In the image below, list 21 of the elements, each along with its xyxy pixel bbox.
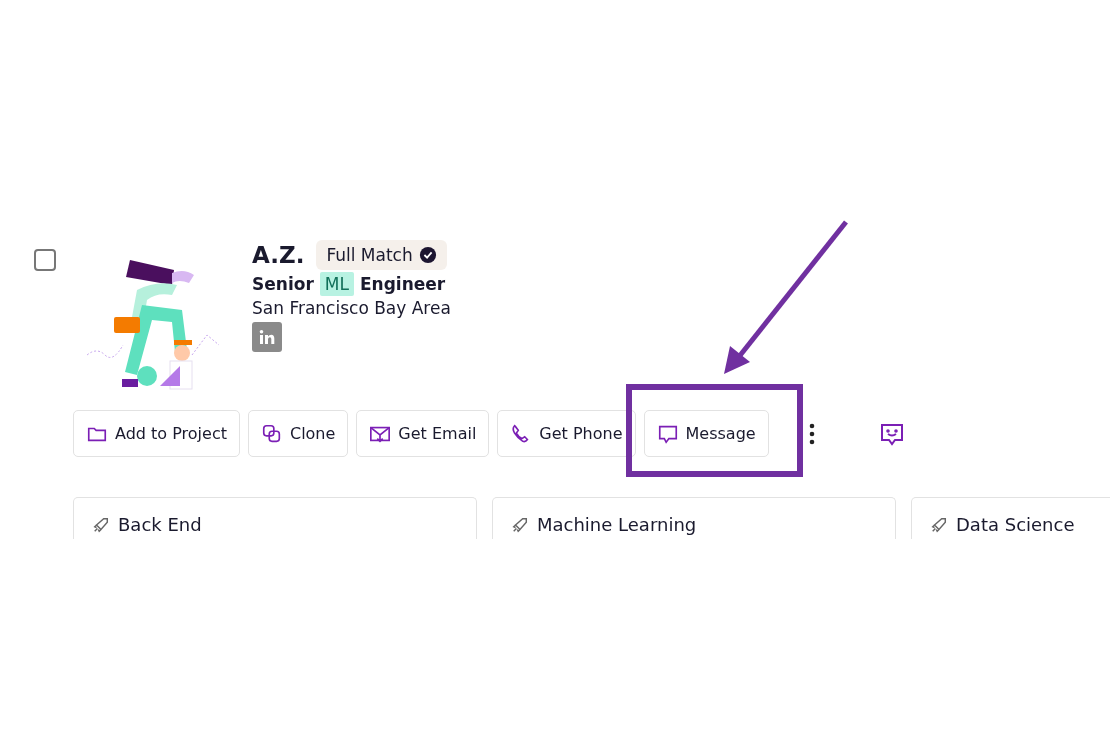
copy-icon <box>260 422 283 445</box>
action-button[interactable]: Get Phone <box>497 410 636 457</box>
skill-title: Machine Learning <box>537 514 697 535</box>
action-button[interactable]: Message <box>643 410 769 457</box>
match-badge: Full Match <box>316 240 447 270</box>
location: San Francisco Bay Area <box>252 298 451 318</box>
more-icon[interactable] <box>808 422 815 445</box>
job-title-word: Engineer <box>359 273 446 296</box>
skill-title: Back End <box>118 514 202 535</box>
action-button[interactable]: Add to Project <box>73 410 240 457</box>
rocket-icon <box>930 515 948 534</box>
job-title-word: Senior <box>252 273 314 296</box>
linkedin-icon[interactable] <box>252 322 282 352</box>
checkbox[interactable] <box>34 249 56 271</box>
candidate-name: A.Z. <box>252 242 305 268</box>
skill-title: Data Science <box>956 514 1075 535</box>
action-button[interactable]: Get Email <box>356 410 490 457</box>
rocket-icon <box>92 515 110 534</box>
job-title-word: ML <box>319 272 354 296</box>
action-button[interactable]: Clone <box>247 410 349 457</box>
rocket-icon <box>511 515 529 534</box>
